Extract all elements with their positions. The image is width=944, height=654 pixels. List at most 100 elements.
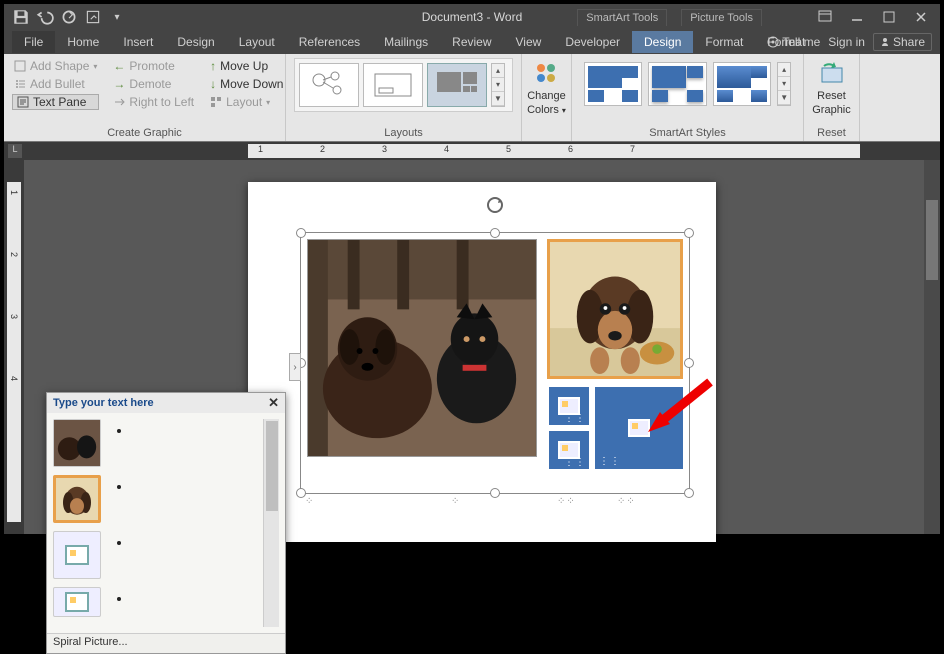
group-label: Create Graphic (12, 127, 277, 139)
thumbnail-2-selected[interactable] (53, 475, 101, 523)
styles-gallery[interactable]: ▴▾▼ (580, 58, 795, 110)
document-area[interactable]: 1 2 3 4 (4, 160, 940, 534)
tab-references[interactable]: References (287, 31, 372, 53)
resize-handle[interactable] (684, 358, 694, 368)
resize-handle[interactable] (296, 228, 306, 238)
gallery-scroll[interactable]: ▴▾▼ (491, 63, 505, 107)
text-pane-body (47, 413, 285, 633)
group-layouts: ▴▾▼ Layouts (286, 54, 522, 141)
group-change-colors: Change Colors ▾ (522, 54, 572, 141)
scrollbar-thumb[interactable] (266, 421, 278, 511)
bullet-item[interactable] (131, 479, 257, 535)
style-option-1[interactable] (584, 62, 642, 106)
maximize-icon[interactable] (874, 6, 904, 28)
smartart-placeholder-3[interactable]: ⋮⋮ (549, 387, 589, 425)
layout-option-1[interactable] (299, 63, 359, 107)
move-down-button[interactable]: ↓Move Down (208, 76, 285, 92)
add-shape-button[interactable]: Add Shape ▾ (12, 58, 99, 74)
gallery-up-icon[interactable]: ▴ (492, 64, 504, 78)
contextual-group-smartart: SmartArt Tools (577, 9, 667, 26)
word-window: ▾ Document3 - Word SmartArt Tools Pictur… (4, 4, 940, 534)
text-pane-button[interactable]: Text Pane (12, 94, 99, 110)
ribbon-display-icon[interactable] (810, 6, 840, 28)
tab-design[interactable]: Design (165, 31, 226, 53)
add-bullet-button[interactable]: Add Bullet (12, 76, 99, 92)
text-pane-footer: Spiral Picture... (47, 633, 285, 653)
tab-mailings[interactable]: Mailings (372, 31, 440, 53)
save-icon[interactable] (12, 8, 30, 26)
layout-option-3-selected[interactable] (427, 63, 487, 107)
group-create-graphic: Add Shape ▾ Add Bullet Text Pane ←Promot… (4, 54, 286, 141)
resize-handle[interactable] (490, 228, 500, 238)
layout-button[interactable]: Layout ▾ (208, 94, 285, 110)
redo-icon[interactable] (60, 8, 78, 26)
bullet-item[interactable] (131, 591, 257, 611)
style-option-2[interactable] (648, 62, 706, 106)
share-button[interactable]: Share (873, 33, 932, 51)
sign-in-button[interactable]: Sign in (828, 35, 865, 49)
thumbnail-3-placeholder[interactable] (53, 531, 101, 579)
qat-customize-icon[interactable]: ▾ (108, 8, 126, 26)
smartart-text-pane[interactable]: Type your text here ✕ (46, 392, 286, 654)
group-styles: ▴▾▼ SmartArt Styles (572, 54, 804, 141)
layout-option-2[interactable] (363, 63, 423, 107)
styles-more-icon[interactable]: ▼ (778, 91, 790, 105)
thumbnail-4-placeholder[interactable] (53, 587, 101, 617)
touch-mode-icon[interactable] (84, 8, 102, 26)
layouts-gallery[interactable]: ▴▾▼ (294, 58, 513, 112)
tab-layout[interactable]: Layout (227, 31, 287, 53)
gallery-down-icon[interactable]: ▾ (492, 78, 504, 92)
smartart-picture-1[interactable] (307, 239, 537, 457)
tab-smartart-design[interactable]: Design (632, 31, 693, 53)
picture-placeholder-icon (65, 592, 89, 612)
close-icon[interactable] (906, 6, 936, 28)
ruler-vertical[interactable]: 1 2 3 4 (4, 160, 24, 534)
styles-down-icon[interactable]: ▾ (778, 77, 790, 91)
text-pane-header[interactable]: Type your text here ✕ (47, 393, 285, 413)
text-pane-scrollbar[interactable] (263, 419, 279, 627)
bullet-list[interactable] (111, 419, 259, 627)
bullet-item[interactable] (131, 535, 257, 591)
tabs-right: Tell me Sign in Share (767, 33, 932, 51)
tab-file[interactable]: File (12, 31, 55, 53)
tab-home[interactable]: Home (55, 31, 111, 53)
reset-graphic-button[interactable]: Reset Graphic (809, 58, 855, 116)
ruler-horizontal[interactable]: L 1 2 3 4 5 6 7 (4, 142, 940, 160)
bullet-item[interactable] (131, 423, 257, 479)
group-label: Layouts (294, 127, 513, 139)
thumbnail-column (53, 419, 107, 627)
styles-scroll[interactable]: ▴▾▼ (777, 62, 791, 106)
style-option-3[interactable] (713, 62, 771, 106)
dropdown-icon: ▾ (562, 106, 566, 115)
reset-icon (818, 60, 846, 88)
smartart-placeholder-4[interactable]: ⋮⋮ (549, 431, 589, 469)
resize-handle[interactable] (684, 228, 694, 238)
tab-view[interactable]: View (504, 31, 554, 53)
demote-button[interactable]: →Demote (111, 76, 196, 92)
thumbnail-1[interactable] (53, 419, 101, 467)
promote-button[interactable]: ←Promote (111, 58, 196, 74)
change-colors-button[interactable]: Change Colors ▾ (524, 58, 570, 116)
gallery-more-icon[interactable]: ▼ (492, 92, 504, 106)
styles-up-icon[interactable]: ▴ (778, 63, 790, 77)
scrollbar-thumb[interactable] (926, 200, 938, 280)
tab-developer[interactable]: Developer (553, 31, 632, 53)
close-icon[interactable]: ✕ (268, 395, 279, 411)
move-up-button[interactable]: ↑Move Up (208, 58, 285, 74)
text-pane-expand-tab[interactable]: › (289, 353, 301, 381)
rotate-handle-icon[interactable] (485, 195, 505, 215)
tab-smartart-format[interactable]: Format (693, 31, 755, 53)
smartart-picture-2-selected[interactable] (547, 239, 683, 379)
picture-placeholder-icon (65, 545, 89, 565)
tell-me-icon[interactable]: Tell me (767, 35, 820, 49)
vertical-scrollbar[interactable] (924, 160, 940, 534)
undo-icon[interactable] (36, 8, 54, 26)
right-to-left-button[interactable]: Right to Left (111, 94, 196, 110)
tab-insert[interactable]: Insert (111, 31, 165, 53)
text-pane-title: Type your text here (53, 397, 154, 409)
resize-handle[interactable] (490, 488, 500, 498)
smartart-object[interactable]: ⋮⋮ ⋮⋮ ⋮⋮ ⁘ ⁘ ⁘⁘ ⁘⁘ › (300, 232, 690, 494)
resize-handle[interactable] (684, 488, 694, 498)
tab-review[interactable]: Review (440, 31, 503, 53)
minimize-icon[interactable] (842, 6, 872, 28)
